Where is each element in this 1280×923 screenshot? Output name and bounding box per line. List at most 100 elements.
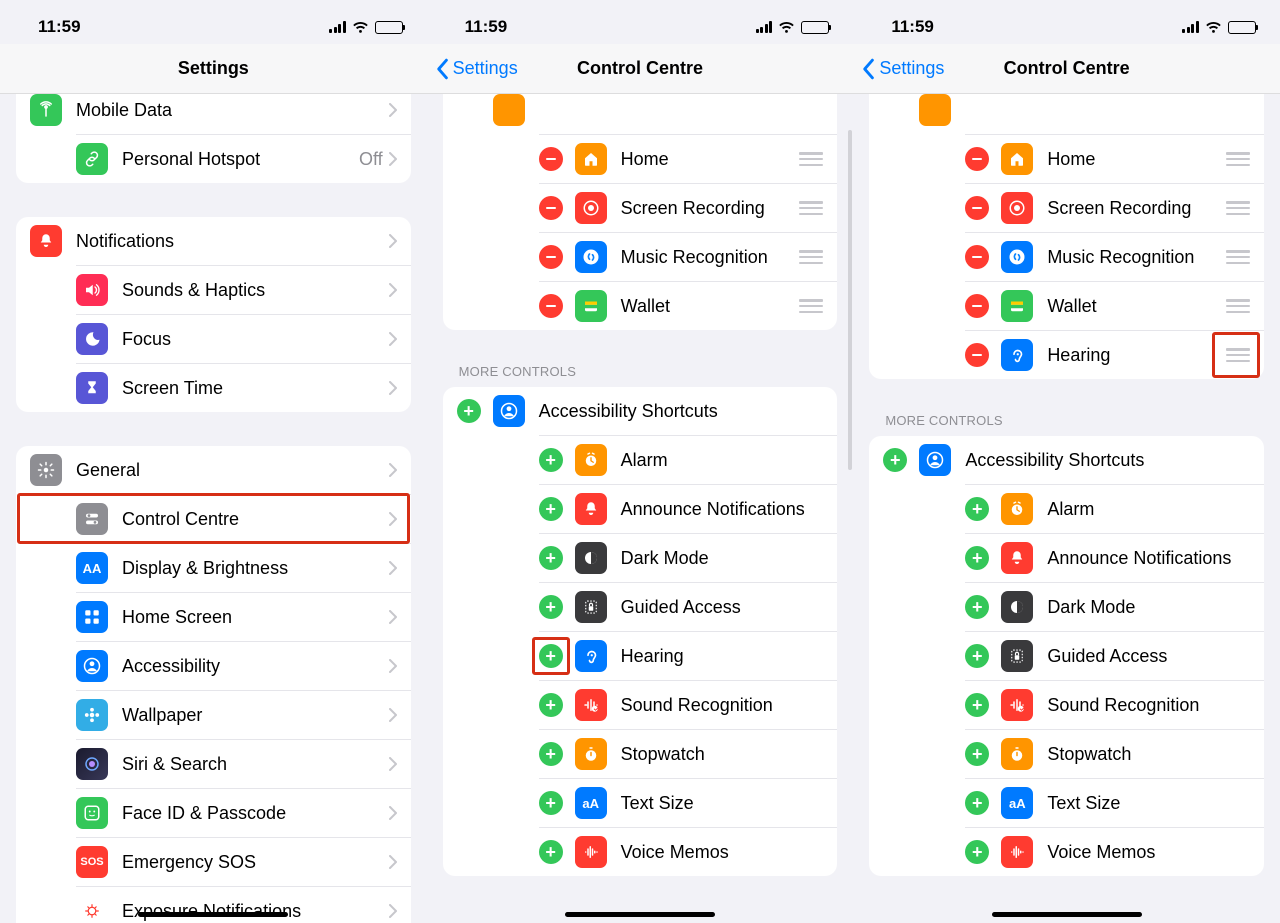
remove-button[interactable] (965, 343, 989, 367)
remove-button[interactable] (965, 245, 989, 269)
add-button[interactable] (883, 448, 907, 472)
cc-row-sound-recognition[interactable]: Sound Recognition (965, 680, 1264, 729)
settings-row-notifications[interactable]: Notifications (16, 217, 411, 265)
cc-row-home[interactable]: Home (965, 134, 1264, 183)
drag-handle-icon[interactable] (1226, 150, 1250, 168)
cc-row-screen-recording[interactable]: Screen Recording (539, 183, 838, 232)
wifi-icon (1205, 21, 1222, 33)
row-label: Home (621, 149, 800, 170)
cc-row-music-recognition[interactable]: Music Recognition (965, 232, 1264, 281)
person-icon (493, 395, 525, 427)
cc-row-guided-access[interactable]: Guided Access (539, 582, 838, 631)
cc-row-text-size[interactable]: aAText Size (539, 778, 838, 827)
drag-handle-icon[interactable] (799, 150, 823, 168)
cc-row-alarm[interactable]: Alarm (539, 435, 838, 484)
add-button[interactable] (539, 840, 563, 864)
settings-row-screen-time[interactable]: Screen Time (76, 363, 411, 412)
settings-row-sounds[interactable]: Sounds & Haptics (76, 265, 411, 314)
cc-row-accessibility-shortcuts[interactable]: Accessibility Shortcuts (443, 387, 838, 435)
cc-row-announce-notifications[interactable]: Announce Notifications (539, 484, 838, 533)
add-button[interactable] (539, 448, 563, 472)
more-controls-group: Accessibility Shortcuts AlarmAnnounce Not… (869, 436, 1264, 876)
add-button[interactable] (965, 595, 989, 619)
add-button[interactable] (965, 497, 989, 521)
cc-row-wallet[interactable]: Wallet (965, 281, 1264, 330)
drag-handle-icon[interactable] (1226, 346, 1250, 364)
add-button[interactable] (965, 840, 989, 864)
bell-icon (1001, 542, 1033, 574)
scrollbar[interactable] (848, 130, 852, 470)
add-button[interactable] (539, 693, 563, 717)
add-button[interactable] (539, 497, 563, 521)
add-button[interactable] (539, 546, 563, 570)
cc-row-text-size[interactable]: aAText Size (965, 778, 1264, 827)
cc-row-voice-memos[interactable]: Voice Memos (539, 827, 838, 876)
add-button[interactable] (539, 791, 563, 815)
phone-control-centre-before: 11:59 Settings Control Centre HomeScreen… (427, 0, 854, 923)
drag-handle-icon[interactable] (799, 199, 823, 217)
settings-row-wallpaper[interactable]: Wallpaper (76, 690, 411, 739)
back-button[interactable]: Settings (435, 58, 518, 80)
cc-row-voice-memos[interactable]: Voice Memos (965, 827, 1264, 876)
remove-button[interactable] (965, 147, 989, 171)
moon-icon (76, 323, 108, 355)
settings-row-siri[interactable]: Siri & Search (76, 739, 411, 788)
add-button[interactable] (965, 742, 989, 766)
cc-row-stopwatch[interactable]: Stopwatch (539, 729, 838, 778)
settings-row-accessibility[interactable]: Accessibility (76, 641, 411, 690)
back-button[interactable]: Settings (861, 58, 944, 80)
settings-row-exposure[interactable]: Exposure Notifications (76, 886, 411, 923)
cc-row-announce-notifications[interactable]: Announce Notifications (965, 533, 1264, 582)
drag-handle-icon[interactable] (1226, 297, 1250, 315)
settings-row-focus[interactable]: Focus (76, 314, 411, 363)
row-label: Accessibility Shortcuts (965, 450, 1250, 471)
remove-button[interactable] (539, 196, 563, 220)
add-button[interactable] (457, 399, 481, 423)
cc-row-sound-recognition[interactable]: Sound Recognition (539, 680, 838, 729)
cc-row-accessibility-shortcuts[interactable]: Accessibility Shortcuts (869, 436, 1264, 484)
AA-icon: aA (1001, 787, 1033, 819)
nav-header: Settings Control Centre (853, 44, 1280, 94)
cc-row-hearing[interactable]: Hearing (965, 330, 1264, 379)
remove-button[interactable] (539, 245, 563, 269)
cc-row-stopwatch[interactable]: Stopwatch (965, 729, 1264, 778)
settings-row-display-brightness[interactable]: AADisplay & Brightness (76, 543, 411, 592)
row-label: Screen Time (122, 378, 389, 399)
settings-row-personal-hotspot[interactable]: Personal HotspotOff (76, 134, 411, 183)
add-button[interactable] (965, 791, 989, 815)
drag-handle-icon[interactable] (799, 248, 823, 266)
settings-row-home-screen[interactable]: Home Screen (76, 592, 411, 641)
add-button[interactable] (965, 644, 989, 668)
wifi-icon (778, 21, 795, 33)
add-button[interactable] (539, 644, 563, 668)
add-button[interactable] (965, 546, 989, 570)
cc-row-dark-mode[interactable]: Dark Mode (539, 533, 838, 582)
add-button[interactable] (539, 742, 563, 766)
settings-row-mobile-data[interactable]: Mobile Data (16, 94, 411, 134)
house-icon (575, 143, 607, 175)
remove-button[interactable] (539, 294, 563, 318)
cc-row-guided-access[interactable]: Guided Access (965, 631, 1264, 680)
remove-button[interactable] (965, 294, 989, 318)
remove-button[interactable] (539, 147, 563, 171)
cc-row-alarm[interactable]: Alarm (965, 484, 1264, 533)
drag-handle-icon[interactable] (1226, 199, 1250, 217)
settings-row-faceid[interactable]: Face ID & Passcode (76, 788, 411, 837)
remove-button[interactable] (965, 196, 989, 220)
drag-handle-icon[interactable] (1226, 248, 1250, 266)
add-button[interactable] (539, 595, 563, 619)
cc-row-screen-recording[interactable]: Screen Recording (965, 183, 1264, 232)
cc-row-wallet[interactable]: Wallet (539, 281, 838, 330)
cc-row-hearing[interactable]: Hearing (539, 631, 838, 680)
settings-row-general[interactable]: General (16, 446, 411, 494)
more-controls-header: MORE CONTROLS (885, 413, 1248, 428)
add-button[interactable] (965, 693, 989, 717)
ear-icon (1001, 339, 1033, 371)
cc-row-dark-mode[interactable]: Dark Mode (965, 582, 1264, 631)
settings-row-control-centre[interactable]: Control Centre (76, 494, 411, 543)
cc-row-home[interactable]: Home (539, 134, 838, 183)
settings-row-emergency[interactable]: SOSEmergency SOS (76, 837, 411, 886)
antenna-icon (30, 94, 62, 126)
drag-handle-icon[interactable] (799, 297, 823, 315)
cc-row-music-recognition[interactable]: Music Recognition (539, 232, 838, 281)
